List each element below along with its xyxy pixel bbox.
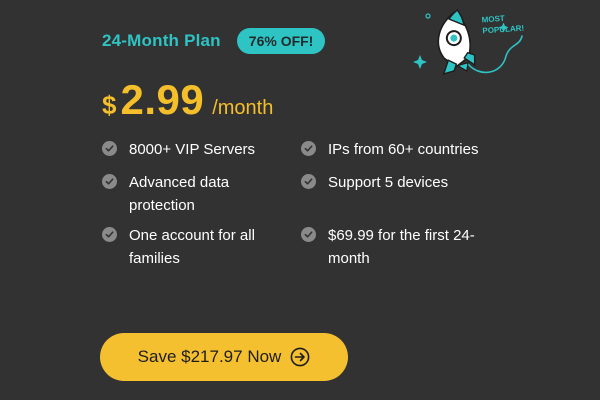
price-amount: 2.99 [120,76,205,123]
feature-item: One account for all families [102,224,272,270]
plan-header: 24-Month Plan 76% OFF! [102,28,326,54]
feature-item: IPs from 60+ countries [301,138,491,161]
feature-item: $69.99 for the first 24-month [301,224,481,270]
feature-label: IPs from 60+ countries [328,141,479,158]
feature-label: One account for all families [129,227,255,267]
discount-badge: 76% OFF! [236,28,326,54]
save-now-label: Save $217.97 Now [137,347,282,366]
save-now-button[interactable]: Save $217.97 Now [100,333,348,381]
price-period: /month [212,97,274,119]
check-circle-icon [102,227,117,242]
feature-item: Advanced data protection [102,171,252,217]
feature-item: 8000+ VIP Servers [102,138,292,161]
feature-label: Advanced data protection [129,174,230,214]
check-circle-icon [301,174,316,189]
feature-label: $69.99 for the first 24-month [328,227,475,267]
price-currency: $ [102,90,117,120]
pricing-card: 24-Month Plan 76% OFF! MOST POPULAR! $ 2… [0,0,600,400]
check-circle-icon [102,141,117,156]
plan-title: 24-Month Plan [102,31,221,50]
check-circle-icon [301,227,316,242]
check-circle-icon [102,174,117,189]
feature-label: 8000+ VIP Servers [129,141,256,158]
price: $ 2.99 /month [102,76,273,124]
arrow-right-circle-icon [290,347,310,367]
feature-label: Support 5 devices [328,174,449,191]
check-circle-icon [301,141,316,156]
feature-item: Support 5 devices [301,171,491,194]
